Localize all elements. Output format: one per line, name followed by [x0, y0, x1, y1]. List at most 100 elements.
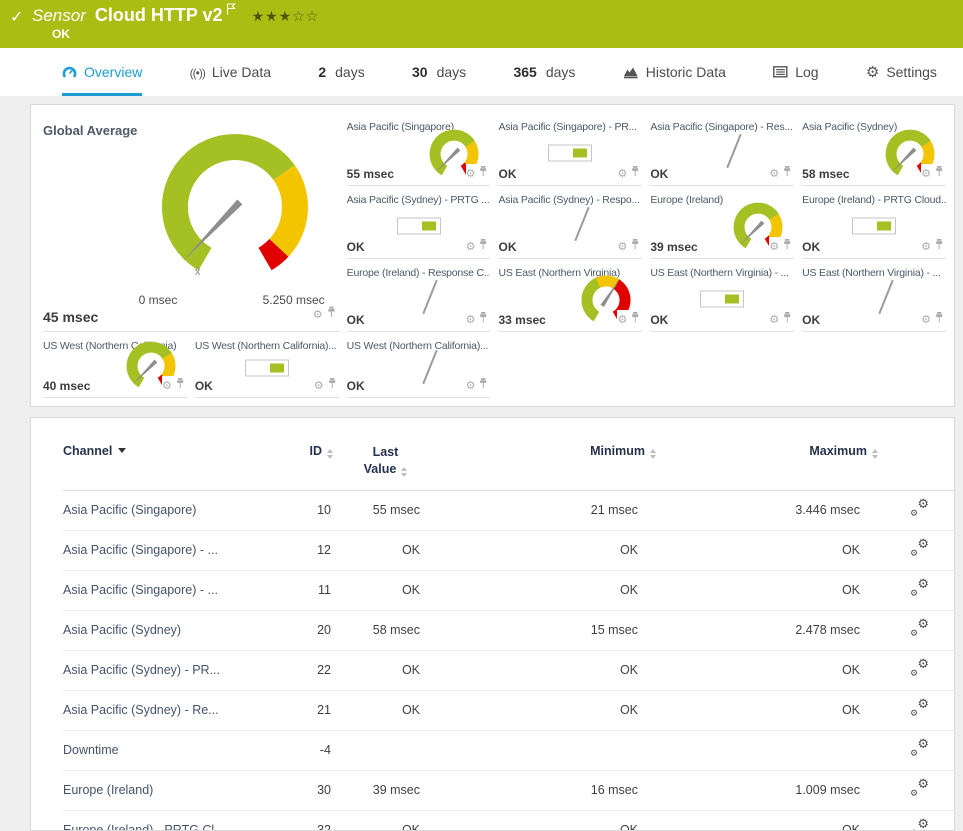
edit-channel-icon[interactable]: ⚙⚙ — [910, 577, 929, 599]
table-row: Asia Pacific (Sydney) 20 58 msec 15 msec 2.4… — [63, 610, 954, 651]
channel-tile[interactable]: US West (Northern California)... OK ⚙ — [194, 334, 339, 398]
pin-icon[interactable] — [176, 376, 184, 394]
trend-line — [422, 349, 438, 384]
gear-icon[interactable]: ⚙ — [314, 380, 324, 391]
edit-channel-icon[interactable]: ⚙⚙ — [910, 737, 929, 759]
channel-tile[interactable]: US East (Northern Virginia) - ... OK ⚙ — [802, 261, 946, 332]
tile-value: OK — [802, 240, 824, 254]
tab-settings[interactable]: ⚙ Settings — [866, 48, 937, 96]
edit-channel-icon[interactable]: ⚙⚙ — [910, 497, 929, 519]
tab-365-days[interactable]: 365 days — [513, 48, 575, 96]
pin-icon[interactable] — [935, 237, 943, 255]
cell-max — [656, 730, 878, 771]
pin-icon[interactable] — [479, 164, 487, 182]
sort-icons — [401, 466, 408, 477]
table-row: Asia Pacific (Singapore) 10 55 msec 21 msec… — [63, 490, 954, 531]
pin-icon[interactable] — [631, 164, 639, 182]
tab-2-days[interactable]: 2 days — [318, 48, 364, 96]
tab-label: days — [436, 64, 467, 80]
flag-icon — [226, 0, 236, 20]
pin-icon[interactable] — [631, 310, 639, 328]
cell-id: 20 — [255, 610, 333, 651]
col-label: Value — [363, 461, 397, 476]
pin-icon[interactable] — [328, 376, 336, 394]
table-row: Europe (Ireland) - PRTG Cl...32OKOKOK⚙⚙ — [63, 810, 954, 830]
gear-icon[interactable]: ⚙ — [769, 314, 779, 325]
global-average-tile[interactable]: Global Average x̄ 0 msec 5.250 msec 45 m… — [43, 115, 339, 332]
channel-tile[interactable]: Europe (Ireland) - PRTG Cloud... OK ⚙ — [802, 188, 946, 259]
pin-icon[interactable] — [479, 310, 487, 328]
gear-icon[interactable]: ⚙ — [921, 314, 931, 325]
channel-tile[interactable]: US West (Northern California) 40 msec ⚙ — [43, 334, 187, 398]
col-header-minimum[interactable]: Minimum — [438, 418, 656, 491]
cell-id: 32 — [255, 810, 333, 830]
tab-number: 2 — [318, 64, 327, 80]
pin-icon[interactable] — [783, 310, 791, 328]
gear-icon[interactable]: ⚙ — [921, 168, 931, 179]
tab-overview[interactable]: Overview — [62, 48, 143, 96]
pin-icon[interactable] — [783, 237, 791, 255]
tab-30-days[interactable]: 30 days — [412, 48, 466, 96]
col-header-maximum[interactable]: Maximum — [656, 418, 878, 491]
chart-icon — [623, 66, 639, 79]
channel-tile[interactable]: Europe (Ireland) 39 msec ⚙ — [650, 188, 795, 259]
pin-icon[interactable] — [327, 305, 336, 323]
gear-icon[interactable]: ⚙ — [313, 309, 323, 320]
channel-tile[interactable]: Asia Pacific (Sydney) - PRTG ... OK ⚙ — [346, 188, 491, 259]
col-header-last-value[interactable]: Last Value — [333, 418, 438, 491]
channel-tile[interactable]: Asia Pacific (Sydney) - Respo... OK ⚙ — [498, 188, 643, 259]
gear-icon[interactable]: ⚙ — [466, 314, 476, 325]
gear-icon[interactable]: ⚙ — [466, 168, 476, 179]
pin-icon[interactable] — [783, 164, 791, 182]
status-toggle-indicator — [700, 290, 745, 308]
gear-icon[interactable]: ⚙ — [769, 168, 779, 179]
gear-icon[interactable]: ⚙ — [617, 314, 627, 325]
col-header-id[interactable]: ID — [255, 418, 333, 491]
channel-tile[interactable]: US West (Northern California)... OK ⚙ — [346, 334, 491, 398]
channel-tile[interactable]: US East (Northern Virginia) 33 msec ⚙ — [498, 261, 643, 332]
edit-channel-icon[interactable]: ⚙⚙ — [910, 777, 929, 799]
tab-live-data[interactable]: ((•)) Live Data — [190, 48, 271, 96]
pin-icon[interactable] — [479, 237, 487, 255]
cell-max: OK — [656, 650, 878, 691]
tile-value: 58 msec — [802, 167, 853, 181]
priority-stars[interactable]: ★★★☆☆ — [252, 8, 320, 25]
pin-icon[interactable] — [631, 237, 639, 255]
edit-channel-icon[interactable]: ⚙⚙ — [910, 697, 929, 719]
edit-channel-icon[interactable]: ⚙⚙ — [910, 657, 929, 679]
status-check-icon: ✓ — [10, 9, 24, 26]
col-label: Last — [372, 445, 399, 459]
channel-tile[interactable]: Asia Pacific (Singapore) - Res... OK ⚙ — [650, 115, 795, 186]
channel-tile[interactable]: US East (Northern Virginia) - ... OK ⚙ — [650, 261, 795, 332]
channel-tile[interactable]: Asia Pacific (Singapore) - PR... OK ⚙ — [498, 115, 643, 186]
channel-tile[interactable]: Asia Pacific (Singapore) 55 msec ⚙ — [346, 115, 491, 186]
channel-tile[interactable]: Europe (Ireland) - Response C... OK ⚙ — [346, 261, 491, 332]
gear-icon[interactable]: ⚙ — [617, 241, 627, 252]
pin-icon[interactable] — [935, 310, 943, 328]
tile-value: OK — [498, 240, 520, 254]
edit-channel-icon[interactable]: ⚙⚙ — [910, 537, 929, 559]
cell-channel: Asia Pacific (Singapore) - ... — [63, 570, 255, 611]
edit-channel-icon[interactable]: ⚙⚙ — [910, 617, 929, 639]
channel-tile[interactable]: Asia Pacific (Sydney) 58 msec ⚙ — [802, 115, 946, 186]
tile-title: US West (Northern California)... — [346, 340, 489, 352]
gear-icon[interactable]: ⚙ — [617, 168, 627, 179]
gear-icon[interactable]: ⚙ — [466, 241, 476, 252]
edit-channel-icon[interactable]: ⚙⚙ — [910, 817, 929, 830]
table-row: Asia Pacific (Singapore) - ... 12 OK OK OK ⚙ ⚙ — [63, 530, 954, 571]
col-header-channel[interactable]: Channel — [63, 418, 255, 491]
tile-value: 45 msec — [43, 309, 99, 325]
gear-icon[interactable]: ⚙ — [921, 241, 931, 252]
overview-panel: Global Average x̄ 0 msec 5.250 msec 45 m… — [30, 104, 955, 407]
sort-icons — [327, 449, 333, 459]
tab-historic-data[interactable]: Historic Data — [623, 48, 726, 96]
pin-icon[interactable] — [479, 376, 487, 394]
status-toggle-indicator — [548, 144, 593, 162]
gear-icon[interactable]: ⚙ — [162, 380, 172, 391]
cell-channel: Asia Pacific (Sydney) — [63, 610, 255, 651]
table-row: Asia Pacific (Sydney) - PR... 22 OK OK OK ⚙ ⚙ — [63, 650, 954, 691]
gear-icon[interactable]: ⚙ — [769, 241, 779, 252]
gear-icon[interactable]: ⚙ — [466, 380, 476, 391]
pin-icon[interactable] — [935, 164, 943, 182]
tab-log[interactable]: Log — [773, 48, 819, 96]
